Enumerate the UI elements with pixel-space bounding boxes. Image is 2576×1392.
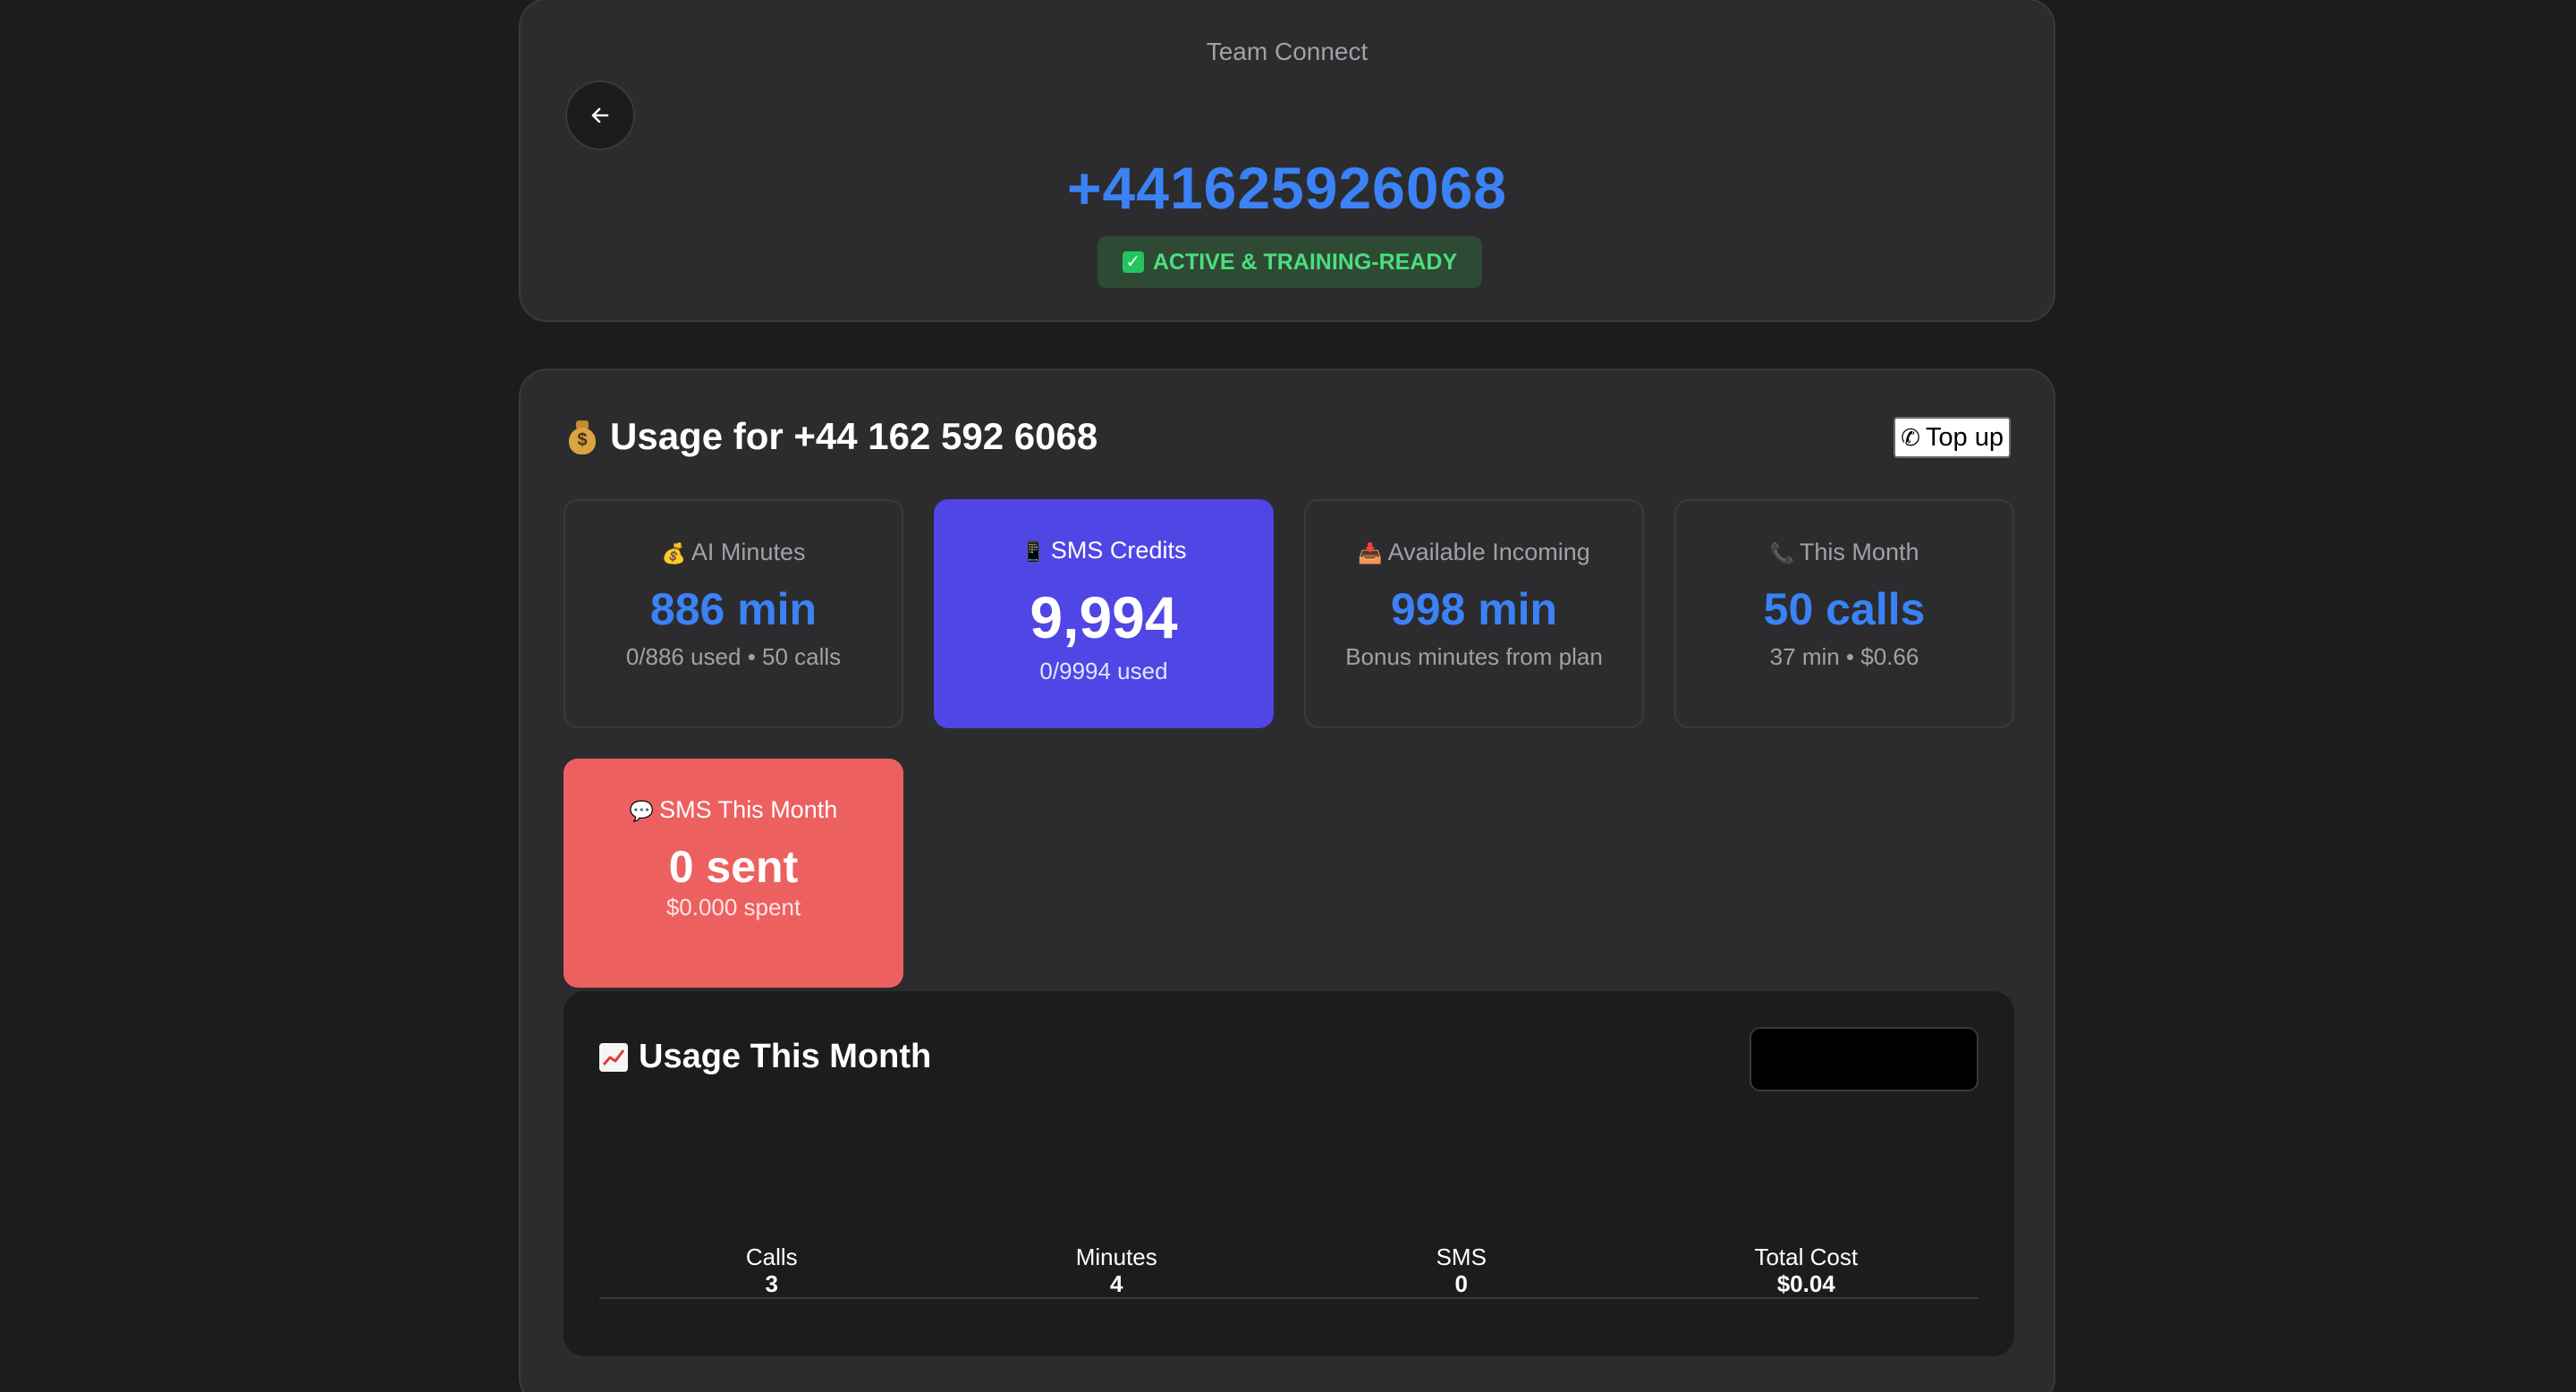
header-card: Team Connect +441625926068 ✓ ACTIVE & TR… — [519, 0, 2055, 322]
sms-credits-sub: 0/9994 used — [1039, 658, 1168, 684]
sms-month-value: 0 sent — [668, 842, 799, 892]
usage-card: $ Usage for +44 162 592 6068 ✆ Top up 💰 A… — [519, 369, 2055, 1392]
incoming-sub: Bonus minutes from plan — [1345, 643, 1603, 670]
incoming-label: 📥 Available Incoming — [1306, 539, 1642, 566]
incoming-tile: 📥 Available Incoming 998 min Bonus minute… — [1304, 499, 1644, 728]
usage-month-panel: Usage This Month Calls 3 Minutes 4 SMS 0… — [564, 991, 2014, 1356]
this-month-sub: 37 min • $0.66 — [1769, 643, 1919, 670]
phone-icon: 📞 — [1769, 541, 1794, 564]
moneybag-icon: 💰 — [661, 541, 686, 564]
summary-minutes: Minutes 4 — [945, 1243, 1290, 1297]
check-icon: ✓ — [1122, 251, 1144, 273]
summary-calls-label: Calls — [745, 1243, 798, 1270]
sms-month-label-text: SMS This Month — [659, 796, 838, 823]
month-select[interactable] — [1750, 1027, 1979, 1091]
this-month-label: 📞 This Month — [1676, 539, 2012, 566]
usage-month-title: Usage This Month — [599, 1038, 931, 1076]
summary-total-cost-label: Total Cost — [1754, 1243, 1859, 1270]
ai-minutes-label: 💰 AI Minutes — [565, 539, 902, 566]
ai-minutes-sub: 0/886 used • 50 calls — [625, 643, 842, 670]
ai-minutes-tile: 💰 AI Minutes 886 min 0/886 used • 50 call… — [564, 499, 903, 728]
back-button[interactable] — [565, 81, 635, 150]
moneybag-icon: $ — [567, 419, 597, 454]
summary-sms-label: SMS — [1436, 1243, 1487, 1270]
phone-icon: ✆ — [1901, 424, 1920, 451]
ai-minutes-label-text: AI Minutes — [691, 539, 806, 565]
app-title: Team Connect — [1206, 38, 1368, 65]
summary-minutes-label: Minutes — [1075, 1243, 1157, 1270]
sms-month-label: 💬 SMS This Month — [564, 796, 903, 824]
usage-title: $ Usage for +44 162 592 6068 — [567, 415, 1097, 458]
usage-month-title-text: Usage This Month — [639, 1038, 932, 1075]
topup-label: Top up — [1925, 422, 2004, 452]
incoming-value: 998 min — [1390, 584, 1558, 634]
chart-increasing-icon — [599, 1042, 628, 1072]
summary-calls-value: 3 — [765, 1270, 778, 1297]
summary-sms-value: 0 — [1454, 1270, 1468, 1297]
summary-total-cost-value: $0.04 — [1776, 1270, 1835, 1297]
usage-summary-row: Calls 3 Minutes 4 SMS 0 Total Cost $0.04 — [599, 1243, 1979, 1299]
sms-month-tile: 💬 SMS This Month 0 sent $0.000 spent — [564, 759, 903, 988]
phone-number: +441625926068 — [1066, 155, 1507, 221]
arrow-left-icon — [591, 107, 609, 123]
this-month-tile: 📞 This Month 50 calls 37 min • $0.66 — [1674, 499, 2014, 728]
usage-title-text: Usage for +44 162 592 6068 — [610, 415, 1098, 457]
summary-calls: Calls 3 — [599, 1243, 945, 1297]
summary-minutes-value: 4 — [1110, 1270, 1123, 1297]
page-root: Team Connect +441625926068 ✓ ACTIVE & TR… — [0, 0, 2576, 1392]
sms-month-sub: $0.000 spent — [665, 894, 801, 921]
topup-button[interactable]: ✆ Top up — [1894, 417, 2011, 458]
ai-minutes-value: 886 min — [649, 584, 818, 634]
status-label: ACTIVE & TRAINING-READY — [1152, 249, 1458, 275]
summary-total-cost: Total Cost $0.04 — [1634, 1243, 1979, 1297]
this-month-label-text: This Month — [1799, 539, 1919, 565]
status-badge: ✓ ACTIVE & TRAINING-READY — [1097, 236, 1482, 288]
this-month-value: 50 calls — [1763, 584, 1926, 634]
sms-credits-label: 📱 SMS Credits — [934, 537, 1274, 564]
incoming-label-text: Available Incoming — [1387, 539, 1590, 565]
mobile-phone-icon: 📱 — [1021, 539, 1046, 563]
inbox-tray-icon: 📥 — [1358, 541, 1383, 564]
summary-sms: SMS 0 — [1289, 1243, 1634, 1297]
sms-credits-label-text: SMS Credits — [1050, 537, 1187, 564]
speech-bubble-icon: 💬 — [629, 799, 655, 822]
sms-credits-tile: 📱 SMS Credits 9,994 0/9994 used — [934, 499, 1274, 728]
sms-credits-value: 9,994 — [1030, 584, 1178, 650]
